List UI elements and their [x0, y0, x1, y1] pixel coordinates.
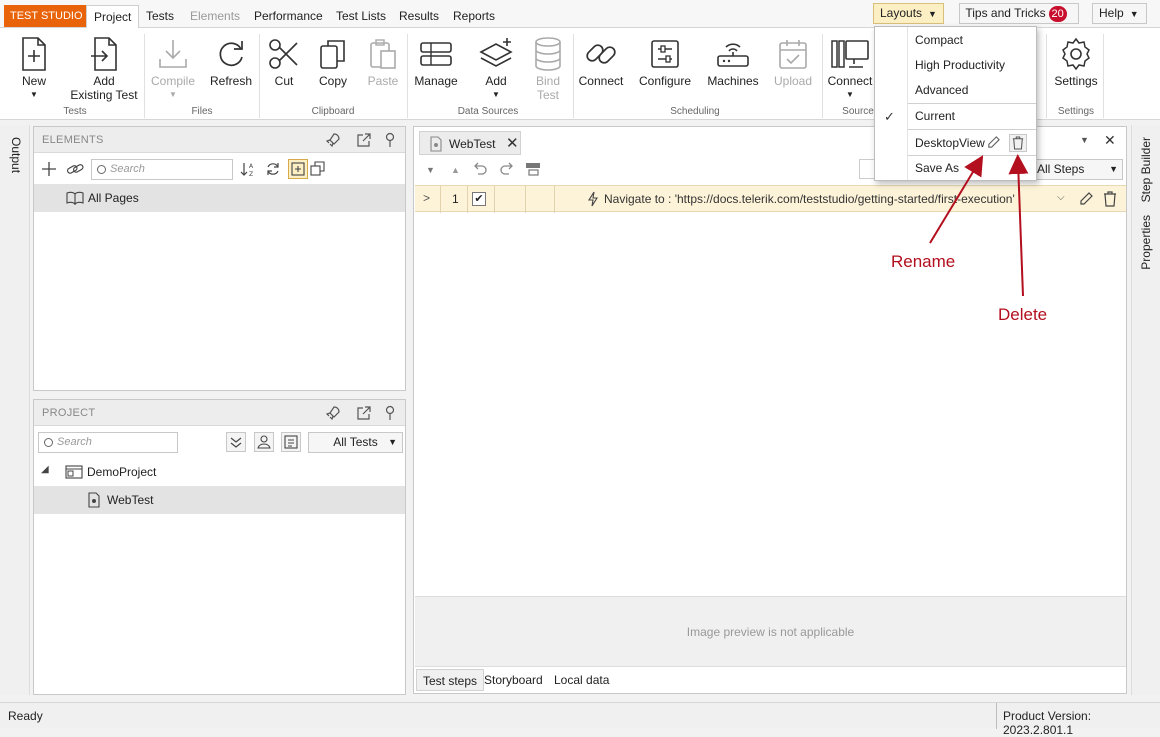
status-bar: Ready Product Version: 2023.2.801.1 [0, 702, 1160, 737]
annotation-arrows [929, 154, 1029, 297]
product-version: Product Version: 2023.2.801.1 [1003, 709, 1092, 737]
rename-annotation: Rename [891, 252, 956, 271]
delete-annotation: Delete [998, 305, 1048, 324]
delete-arrow [1008, 154, 1029, 297]
status-divider [996, 703, 997, 729]
status-text: Ready [8, 709, 43, 723]
rename-arrow [929, 155, 984, 244]
